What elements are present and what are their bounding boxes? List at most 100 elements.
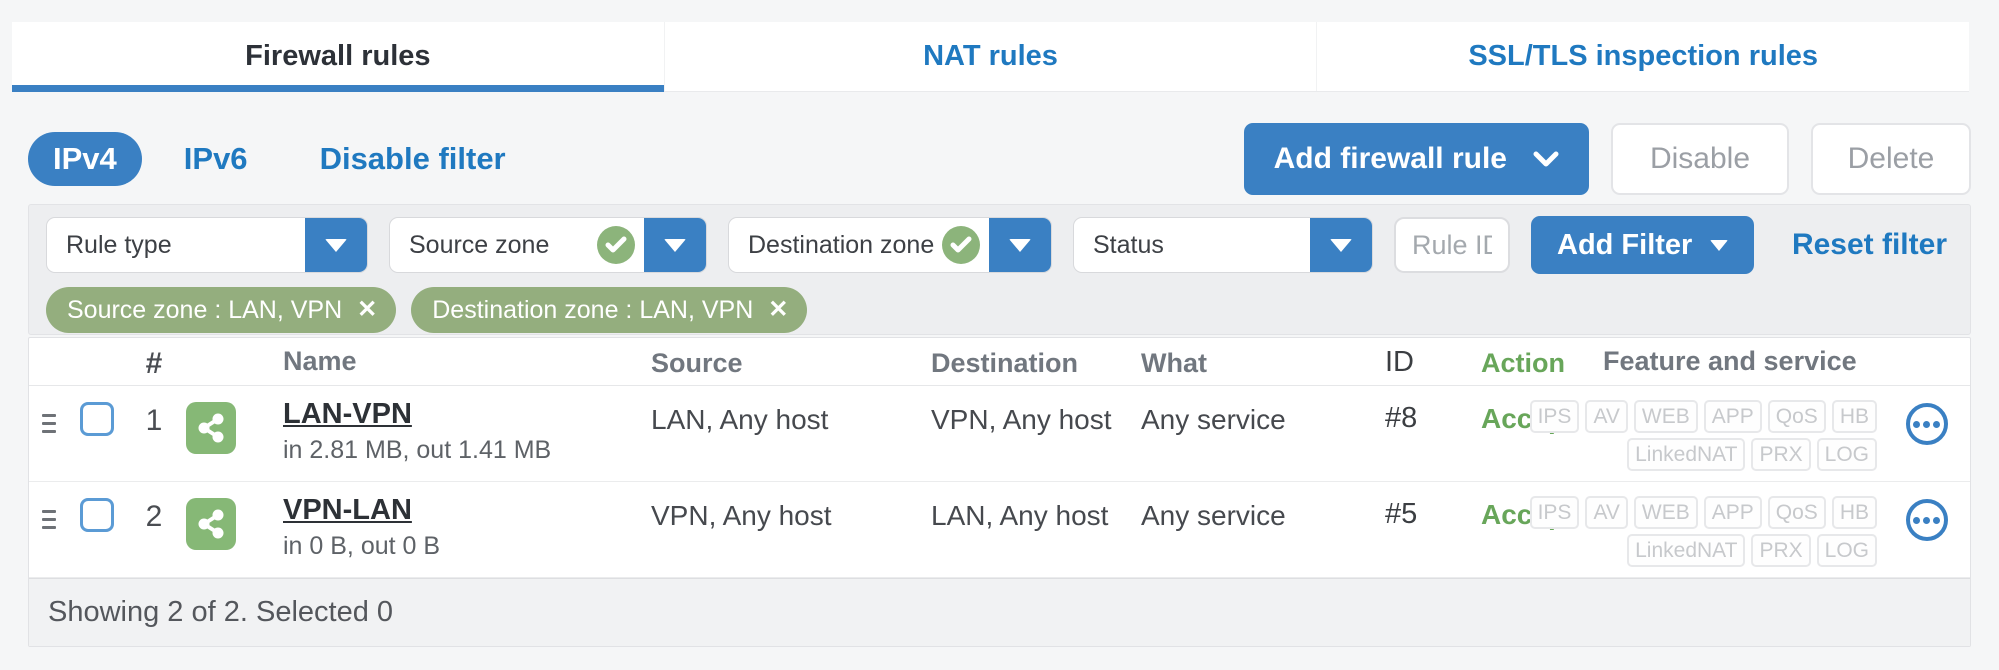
disable-button[interactable]: Disable	[1611, 123, 1789, 195]
tab-nat-rules[interactable]: NAT rules	[665, 22, 1318, 91]
rule-traffic-stats: in 0 B, out 0 B	[283, 532, 441, 560]
row-checkbox[interactable]	[80, 498, 114, 532]
source-zone-dropdown[interactable]: Source zone	[389, 217, 707, 273]
row-checkbox[interactable]	[80, 402, 114, 436]
feature-badge: LOG	[1816, 534, 1877, 567]
table-row: 2 VPN-LAN in 0 B, out 0 B VPN, Any host …	[29, 482, 1970, 578]
dropdown-arrow-button[interactable]	[644, 218, 706, 272]
rule-id-number: #8	[1385, 402, 1418, 434]
feature-badge: QoS	[1767, 400, 1826, 433]
tab-ssl-tls-inspection-rules[interactable]: SSL/TLS inspection rules	[1317, 22, 1969, 91]
rule-destination: LAN, Any host	[931, 500, 1109, 531]
drag-handle-icon[interactable]	[38, 410, 60, 437]
rule-position-number: 2	[145, 500, 163, 533]
more-options-button[interactable]	[1905, 499, 1948, 541]
firewall-rules-table: # Name Source Destination What ID Action…	[28, 337, 1971, 647]
feature-badge: APP	[1703, 496, 1762, 529]
header-action: Action	[1481, 347, 1565, 378]
more-options-button[interactable]	[1905, 403, 1948, 445]
dropdown-arrow-button[interactable]	[305, 218, 367, 272]
header-name: Name	[283, 346, 357, 376]
rule-id-number: #5	[1385, 498, 1418, 530]
add-filter-label: Add Filter	[1557, 228, 1693, 261]
rule-service: Any service	[1141, 500, 1286, 531]
feature-badge: IPS	[1529, 400, 1580, 433]
header-destination: Destination	[931, 348, 1079, 378]
triangle-down-icon	[1009, 238, 1031, 252]
remove-filter-icon[interactable]: ✕	[768, 298, 788, 322]
tab-label: SSL/TLS inspection rules	[1468, 40, 1819, 72]
rule-id-input[interactable]	[1394, 217, 1510, 273]
reset-filter-link[interactable]: Reset filter	[1792, 228, 1953, 262]
filter-applied-check-icon	[942, 226, 980, 264]
feature-badge: HB	[1831, 400, 1877, 433]
triangle-down-icon	[664, 238, 686, 252]
feature-badge: PRX	[1751, 534, 1811, 567]
triangle-down-icon	[1330, 238, 1352, 252]
feature-badges: IPS AV WEB APP QoS HB LinkedNAT PRX LOG	[1529, 400, 1883, 471]
ipv6-toggle[interactable]: IPv6	[184, 141, 248, 177]
dropdown-arrow-button[interactable]	[989, 218, 1051, 272]
delete-button[interactable]: Delete	[1811, 123, 1971, 195]
rule-traffic-stats: in 2.81 MB, out 1.41 MB	[283, 436, 552, 464]
feature-badge: IPS	[1529, 496, 1580, 529]
filter-chip-source-zone: Source zone : LAN, VPN ✕	[46, 287, 397, 333]
share-network-icon	[186, 498, 236, 550]
tab-label: NAT rules	[923, 40, 1058, 72]
feature-badge: WEB	[1633, 400, 1698, 433]
dropdown-arrow-button[interactable]	[1310, 218, 1372, 272]
feature-badge: LinkedNAT	[1627, 534, 1746, 567]
filter-chip-destination-zone: Destination zone : LAN, VPN ✕	[411, 287, 808, 333]
rule-source: LAN, Any host	[651, 404, 829, 435]
feature-badge: WEB	[1633, 496, 1698, 529]
toolbar: IPv4 IPv6 Disable filter Add firewall ru…	[28, 122, 1971, 196]
header-source: Source	[651, 348, 743, 378]
chip-label: Destination zone : LAN, VPN	[432, 295, 754, 324]
rule-destination: VPN, Any host	[931, 404, 1112, 435]
header-number: #	[145, 346, 163, 380]
chevron-down-icon	[1533, 151, 1559, 167]
share-network-icon	[186, 402, 236, 454]
feature-badge: AV	[1585, 400, 1628, 433]
remove-filter-icon[interactable]: ✕	[357, 298, 377, 322]
rule-name-link[interactable]: LAN-VPN	[283, 400, 412, 429]
feature-badge: PRX	[1751, 438, 1811, 471]
dropdown-label: Source zone	[409, 230, 550, 259]
table-footer: Showing 2 of 2. Selected 0	[29, 578, 1970, 646]
destination-zone-dropdown[interactable]: Destination zone	[728, 217, 1052, 273]
ipv4-toggle[interactable]: IPv4	[28, 132, 142, 186]
dropdown-label: Rule type	[66, 230, 172, 259]
active-tab-underline	[12, 85, 664, 92]
tab-firewall-rules[interactable]: Firewall rules	[12, 22, 665, 92]
row-count-summary: Showing 2 of 2. Selected 0	[48, 596, 394, 628]
feature-badge: LinkedNAT	[1627, 438, 1746, 471]
filter-panel: Rule type Source zone Destination zone S…	[28, 204, 1971, 335]
dropdown-label: Destination zone	[748, 230, 935, 259]
filter-controls-row: Rule type Source zone Destination zone S…	[46, 216, 1953, 274]
add-firewall-rule-button[interactable]: Add firewall rule	[1243, 123, 1589, 195]
rule-service: Any service	[1141, 404, 1286, 435]
filter-applied-check-icon	[597, 226, 635, 264]
add-filter-button[interactable]: Add Filter	[1531, 216, 1755, 274]
feature-badge: APP	[1703, 400, 1762, 433]
table-row: 1 LAN-VPN in 2.81 MB, out 1.41 MB LAN, A…	[29, 386, 1970, 482]
rule-source: VPN, Any host	[651, 500, 832, 531]
rule-type-tabbar: Firewall rules NAT rules SSL/TLS inspect…	[12, 22, 1969, 92]
disable-filter-link[interactable]: Disable filter	[320, 141, 506, 177]
feature-badge: HB	[1831, 496, 1877, 529]
header-id: ID	[1385, 346, 1414, 378]
feature-badge: AV	[1585, 496, 1628, 529]
header-what: What	[1141, 348, 1207, 378]
header-feature-and-service: Feature and service	[1603, 346, 1857, 376]
feature-badge: QoS	[1767, 496, 1826, 529]
drag-handle-icon[interactable]	[38, 506, 60, 533]
feature-badges: IPS AV WEB APP QoS HB LinkedNAT PRX LOG	[1529, 496, 1883, 567]
active-filter-chips: Source zone : LAN, VPN ✕ Destination zon…	[46, 287, 1953, 333]
triangle-down-icon	[1710, 239, 1729, 251]
add-firewall-rule-label: Add firewall rule	[1273, 142, 1507, 175]
rule-position-number: 1	[145, 404, 163, 437]
feature-badge: LOG	[1816, 438, 1877, 471]
status-dropdown[interactable]: Status	[1073, 217, 1373, 273]
rule-name-link[interactable]: VPN-LAN	[283, 496, 412, 525]
rule-type-dropdown[interactable]: Rule type	[46, 217, 368, 273]
